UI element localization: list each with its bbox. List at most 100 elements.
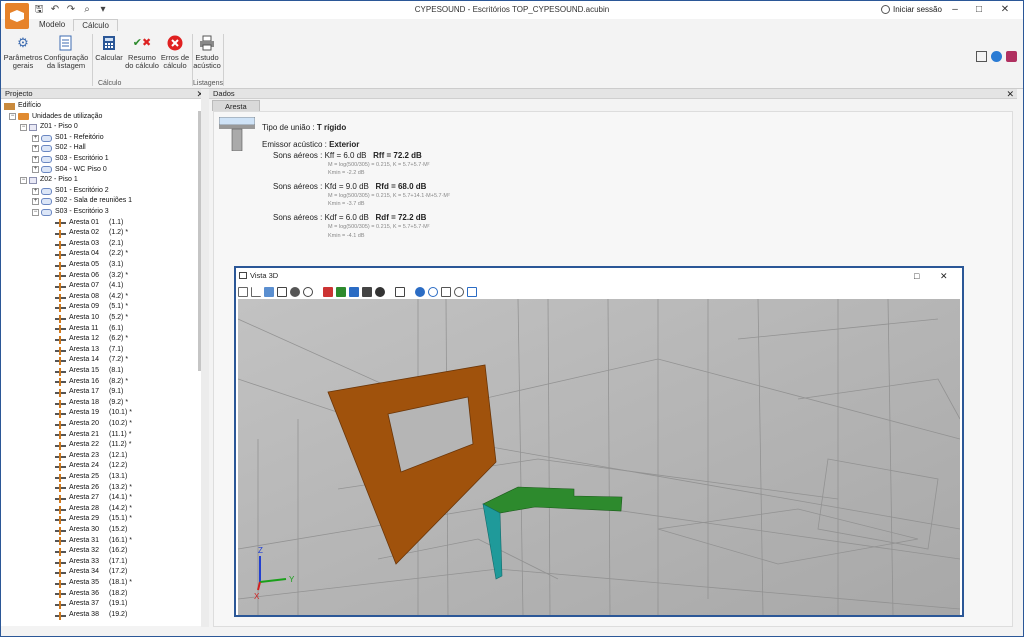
close-icon[interactable]: ✕ [999,4,1011,15]
tree-item-units[interactable]: − Unidades de utilização [9,112,102,123]
tree-item-room[interactable]: − S03 - Escritório 3 [32,207,109,218]
solid-icon[interactable] [362,286,372,297]
expander-icon[interactable]: − [20,123,27,131]
tree-item-room[interactable]: + S02 - Sala de reuniões 1 [32,196,132,207]
tree-item-zone[interactable]: − Z01 - Piso 0 [20,122,78,133]
tab-modelo[interactable]: Modelo [31,19,73,31]
tree-item-edge[interactable]: Aresta 35 (18.1) * [55,578,132,589]
tree-item-building[interactable]: Edifício [4,101,41,112]
tree-item-edge[interactable]: Aresta 02 (1.2) * [55,228,128,239]
tree-item-zone[interactable]: − Z02 - Piso 1 [20,175,78,186]
help-book-icon[interactable] [1006,51,1017,62]
tree-item-edge[interactable]: Aresta 21 (11.1) * [55,430,131,441]
tree-item-edge[interactable]: Aresta 01 (1.1) [55,218,123,229]
layers-icon[interactable] [238,286,248,297]
panel-splitter[interactable] [201,89,209,627]
tree-item-edge[interactable]: Aresta 38 (19.2) [55,610,127,621]
green-slab-icon[interactable] [336,286,346,297]
tree-item-edge[interactable]: Aresta 12 (6.2) * [55,334,128,345]
tree-item-edge[interactable]: Aresta 23 (12.1) [55,451,127,462]
tree-item-edge[interactable]: Aresta 37 (19.1) [55,599,127,610]
tree-item-room[interactable]: + S02 - Hall [32,143,86,154]
minimize-icon[interactable]: – [949,4,961,15]
tree-item-edge[interactable]: Aresta 25 (13.1) [55,472,127,483]
tree-item-edge[interactable]: Aresta 32 (16.2) [55,546,127,557]
zoom-icon[interactable] [428,286,438,297]
tree-item-edge[interactable]: Aresta 09 (5.1) * [55,302,128,313]
expander-icon[interactable]: + [32,198,39,206]
general-parameters-button[interactable]: ⚙ Parâmetros gerais [4,35,43,70]
visibility-icon[interactable] [375,286,385,297]
acoustic-study-button[interactable]: Estudo acústico [192,35,222,70]
calc-summary-button[interactable]: ✔ ✖ Resumo do cálculo [124,35,160,70]
tree-item-edge[interactable]: Aresta 19 (10.1) * [55,408,132,419]
tree-item-room[interactable]: + S03 - Escritório 1 [32,154,109,165]
expander-icon[interactable]: − [9,113,16,121]
calculate-button[interactable]: Calcular [94,35,124,62]
maximize-icon[interactable]: □ [973,4,985,15]
tab-aresta[interactable]: Aresta [212,100,260,111]
signin-button[interactable]: Iniciar sessão [881,5,942,14]
maximize-icon[interactable]: □ [914,268,919,284]
k-value: Kfd = 9.0 dB [324,182,369,191]
tree-item-edge[interactable]: Aresta 20 (10.2) * [55,419,132,430]
expander-icon[interactable]: + [32,145,39,153]
tree-item-edge[interactable]: Aresta 34 (17.2) [55,567,127,578]
tree-item-edge[interactable]: Aresta 27 (14.1) * [55,493,132,504]
move-icon[interactable] [454,286,464,297]
zoom-extents-icon[interactable] [467,286,477,297]
tree-item-edge[interactable]: Aresta 08 (4.2) * [55,292,128,303]
expander-icon[interactable]: + [32,187,39,195]
tree-item-edge[interactable]: Aresta 14 (7.2) * [55,355,128,366]
tree-item-edge[interactable]: Aresta 07 (4.1) [55,281,123,292]
tree-item-edge[interactable]: Aresta 11 (6.1) [55,324,123,335]
tree-item-edge[interactable]: Aresta 15 (8.1) [55,366,123,377]
expander-icon[interactable]: + [32,155,39,163]
tree-item-room[interactable]: + S01 - Refeitório [32,133,104,144]
tree-item-edge[interactable]: Aresta 16 (8.2) * [55,377,128,388]
tree-item-edge[interactable]: Aresta 04 (2.2) * [55,249,128,260]
tree-item-edge[interactable]: Aresta 17 (9.1) [55,387,123,398]
tree-item-edge[interactable]: Aresta 26 (13.2) * [55,483,132,494]
tree-item-edge[interactable]: Aresta 24 (12.2) [55,461,127,472]
tree-item-room[interactable]: + S01 - Escritório 2 [32,186,109,197]
axes-icon[interactable] [251,286,261,297]
close-icon[interactable]: ✕ [1006,89,1014,99]
tree-item-edge[interactable]: Aresta 36 (18.2) [55,589,127,600]
expander-icon[interactable]: − [32,208,39,216]
tree-item-edge[interactable]: Aresta 06 (3.2) * [55,271,128,282]
pan-hand-icon[interactable] [441,286,451,297]
listing-config-button[interactable]: Configuração da listagem [43,35,89,70]
tree-item-room[interactable]: + S04 - WC Piso 0 [32,165,107,176]
app-logo[interactable] [5,3,29,29]
close-icon[interactable]: ✕ [940,268,948,284]
cube-view-icon[interactable] [264,286,274,297]
tree-item-edge[interactable]: Aresta 29 (15.1) * [55,514,132,525]
layout-icon[interactable] [976,51,987,62]
cube-wire-icon[interactable] [277,286,287,297]
tree-item-edge[interactable]: Aresta 13 (7.1) [55,345,123,356]
orbit-icon[interactable] [303,286,313,297]
tree-item-edge[interactable]: Aresta 33 (17.1) [55,557,127,568]
tree-item-label: Aresta 17 [69,388,99,396]
calc-errors-button[interactable]: Erros de cálculo [160,35,190,70]
tree-item-edge[interactable]: Aresta 30 (15.2) [55,525,127,536]
view-3d-canvas[interactable]: Z Y X [238,299,960,615]
zoom-window-icon[interactable] [415,286,425,297]
tree-item-edge[interactable]: Aresta 05 (3.1) [55,260,123,271]
tree-item-edge[interactable]: Aresta 18 (9.2) * [55,398,128,409]
red-wall-icon[interactable] [323,286,333,297]
tree-item-edge[interactable]: Aresta 10 (5.2) * [55,313,128,324]
expander-icon[interactable]: + [32,166,39,174]
globe-icon[interactable] [991,51,1002,62]
tree-item-edge[interactable]: Aresta 22 (11.2) * [55,440,131,451]
tree-item-edge[interactable]: Aresta 28 (14.2) * [55,504,132,515]
tab-calculo[interactable]: Cálculo [73,19,118,31]
tree-item-edge[interactable]: Aresta 31 (16.1) * [55,536,132,547]
tree-item-edge[interactable]: Aresta 03 (2.1) [55,239,123,250]
lock-icon[interactable] [395,286,405,297]
eye-icon[interactable] [290,286,300,297]
expander-icon[interactable]: − [20,176,27,184]
expander-icon[interactable]: + [32,134,39,142]
blue-grid-icon[interactable] [349,286,359,297]
